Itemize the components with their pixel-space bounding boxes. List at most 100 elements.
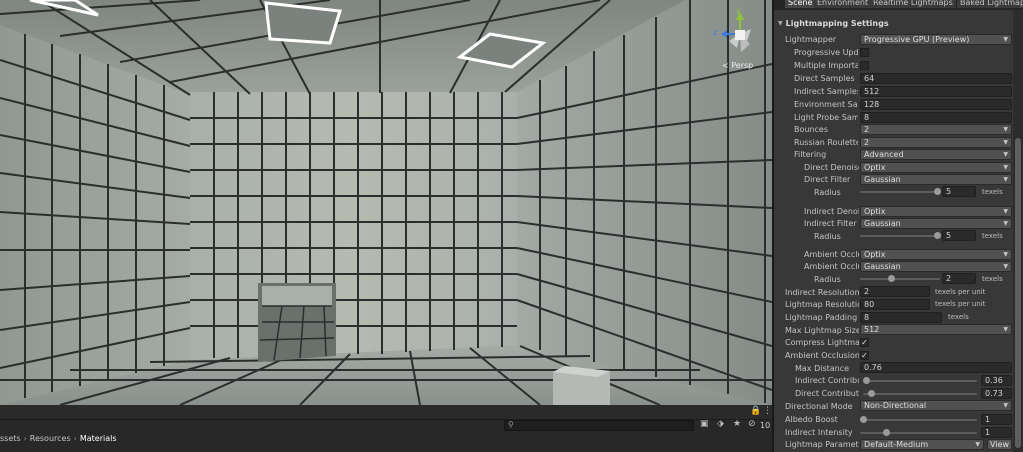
compress-lightmaps-label: Compress Lightmaps [785, 338, 859, 347]
albedo-boost-slider-handle[interactable] [860, 416, 867, 423]
scrollbar-thumb[interactable] [1015, 138, 1021, 448]
ao-radius-slider-handle[interactable] [888, 275, 895, 282]
direct-samples-field[interactable]: 64 [860, 73, 1012, 84]
kebab-menu-icon[interactable]: ⋮ [763, 406, 772, 416]
label-tag-icon[interactable]: ⬗ [717, 419, 724, 429]
ao-filter-value: Gaussian [864, 262, 901, 271]
indirect-radius-field[interactable]: 5 [942, 230, 976, 241]
filtering-dropdown[interactable]: Advanced ▼ [860, 149, 1012, 160]
albedo-boost-label: Albedo Boost [785, 415, 838, 424]
ao-filter-dropdown[interactable]: Gaussian ▼ [860, 261, 1012, 272]
tab-baked-lightmaps[interactable]: Baked Lightmaps [957, 0, 1023, 8]
lightmapping-settings-header[interactable]: ▼ Lightmapping Settings [778, 19, 889, 28]
directional-mode-value: Non-Directional [864, 401, 927, 410]
filtering-value: Advanced [864, 150, 904, 159]
direct-contribution-field[interactable]: 0.73 [981, 388, 1012, 399]
bounces-dropdown[interactable]: 2 ▼ [860, 124, 1012, 135]
chevron-down-icon: ▼ [1003, 208, 1008, 215]
indirect-contribution-slider-track[interactable] [863, 380, 977, 382]
direct-filter-label: Direct Filter [804, 175, 851, 184]
tab-environment[interactable]: Environment [814, 0, 873, 8]
indirect-contribution-slider-handle[interactable] [863, 377, 870, 384]
ao-denoiser-dropdown[interactable]: Optix ▼ [860, 249, 1012, 260]
direct-radius-label: Radius [814, 188, 841, 197]
direct-radius-field[interactable]: 5 [942, 186, 976, 197]
projection-toggle[interactable]: < Persp [722, 61, 753, 70]
project-browser-bar: ⚲ ▣ ⬗ ★ ⊘ 10 ssets › Resources › Materials [0, 419, 772, 452]
ao-radius-field[interactable]: 2 [942, 273, 976, 284]
indirect-filter-dropdown[interactable]: Gaussian ▼ [860, 218, 1012, 229]
tab-realtime-lightmaps[interactable]: Realtime Lightmaps [870, 0, 957, 8]
indirect-radius-slider-track[interactable] [860, 235, 940, 237]
indirect-denoiser-value: Optix [864, 207, 886, 216]
light-probe-samples-field[interactable]: 8 [860, 112, 1012, 123]
max-lightmap-size-dropdown[interactable]: 512 ▼ [860, 324, 1012, 335]
lightmap-resolution-field[interactable]: 80 [860, 299, 930, 310]
lightmap-parameters-value: Default-Medium [864, 440, 929, 449]
favorite-star-icon[interactable]: ★ [733, 419, 741, 429]
panel-scrollbar[interactable] [1013, 10, 1023, 452]
hidden-packages-icon[interactable]: ⊘ [748, 419, 756, 429]
breadcrumb-materials[interactable]: Materials [80, 434, 117, 443]
indirect-radius-slider-handle[interactable] [934, 232, 941, 239]
breadcrumb-assets[interactable]: ssets [0, 434, 21, 443]
indirect-resolution-label: Indirect Resolution [785, 288, 859, 297]
lock-icon[interactable]: 🔒 [750, 406, 761, 416]
indirect-radius-label: Radius [814, 232, 841, 241]
view-button[interactable]: View [987, 439, 1012, 450]
ao-radius-unit: texels [982, 275, 1003, 283]
multiple-importance-checkbox[interactable] [860, 61, 869, 70]
max-distance-field[interactable]: 0.76 [860, 362, 1012, 373]
direct-contribution-slider-track[interactable] [863, 393, 977, 395]
environment-samples-field[interactable]: 128 [860, 99, 1012, 110]
indirect-resolution-field[interactable]: 2 [860, 286, 930, 297]
indirect-filter-label: Indirect Filter [804, 219, 857, 228]
indirect-samples-field[interactable]: 512 [860, 86, 1012, 97]
indirect-resolution-unit: texels per unit [935, 288, 986, 296]
direct-denoiser-dropdown[interactable]: Optix ▼ [860, 162, 1012, 173]
chevron-down-icon: ▼ [1003, 326, 1008, 333]
lightmap-padding-unit: texels [948, 313, 969, 321]
lightmap-parameters-dropdown[interactable]: Default-Medium ▼ [860, 439, 984, 450]
ao-radius-slider-track[interactable] [860, 278, 940, 280]
indirect-filter-value: Gaussian [864, 219, 901, 228]
indirect-samples-label: Indirect Samples [794, 87, 858, 96]
albedo-boost-field[interactable]: 1 [981, 414, 1012, 425]
ambient-occlusion-label: Ambient Occlusion [785, 351, 859, 360]
lightmap-padding-field[interactable]: 8 [860, 312, 942, 323]
bounces-value: 2 [864, 125, 870, 134]
max-lightmap-size-label: Max Lightmap Size [785, 326, 859, 335]
indirect-intensity-field[interactable]: 1 [981, 427, 1012, 438]
indirect-contribution-field[interactable]: 0.36 [981, 375, 1012, 386]
direct-contribution-slider-handle[interactable] [868, 390, 875, 397]
breadcrumb-resources[interactable]: Resources [30, 434, 71, 443]
indirect-intensity-label: Indirect Intensity [785, 428, 853, 437]
max-distance-label: Max Distance [795, 364, 850, 373]
compress-lightmaps-checkbox[interactable]: ✓ [860, 338, 869, 347]
tab-scene[interactable]: Scene [785, 0, 817, 8]
lightmap-resolution-unit: texels per unit [935, 300, 986, 308]
direct-radius-slider-handle[interactable] [934, 188, 941, 195]
ambient-occlusion-checkbox[interactable]: ✓ [860, 351, 869, 360]
progressive-updates-checkbox[interactable] [860, 48, 869, 57]
lightmapper-dropdown[interactable]: Progressive GPU (Preview) ▼ [860, 34, 1012, 45]
indirect-denoiser-dropdown[interactable]: Optix ▼ [860, 206, 1012, 217]
section-title: Lightmapping Settings [785, 19, 889, 28]
russian-roulette-dropdown[interactable]: 2 ▼ [860, 137, 1012, 148]
albedo-boost-slider-track[interactable] [860, 419, 977, 421]
indirect-intensity-slider-handle[interactable] [883, 429, 890, 436]
search-input[interactable]: ⚲ [504, 420, 694, 431]
indirect-intensity-slider-track[interactable] [860, 432, 977, 434]
gizmo-y-label: y [736, 6, 741, 15]
direct-radius-slider-track[interactable] [860, 191, 940, 193]
indirect-contribution-label: Indirect Contributi [795, 376, 859, 385]
scene-viewport[interactable]: y z < Persp [0, 0, 772, 405]
chevron-down-icon: ▼ [1003, 139, 1008, 146]
directional-mode-dropdown[interactable]: Non-Directional ▼ [860, 400, 1012, 411]
filter-type-icon[interactable]: ▣ [700, 419, 709, 429]
breadcrumb: ssets › Resources › Materials [0, 434, 117, 443]
russian-roulette-label: Russian Roulette S [794, 138, 858, 147]
chevron-down-icon: ▼ [1003, 151, 1008, 158]
chevron-down-icon: ▼ [1003, 126, 1008, 133]
direct-filter-dropdown[interactable]: Gaussian ▼ [860, 174, 1012, 185]
